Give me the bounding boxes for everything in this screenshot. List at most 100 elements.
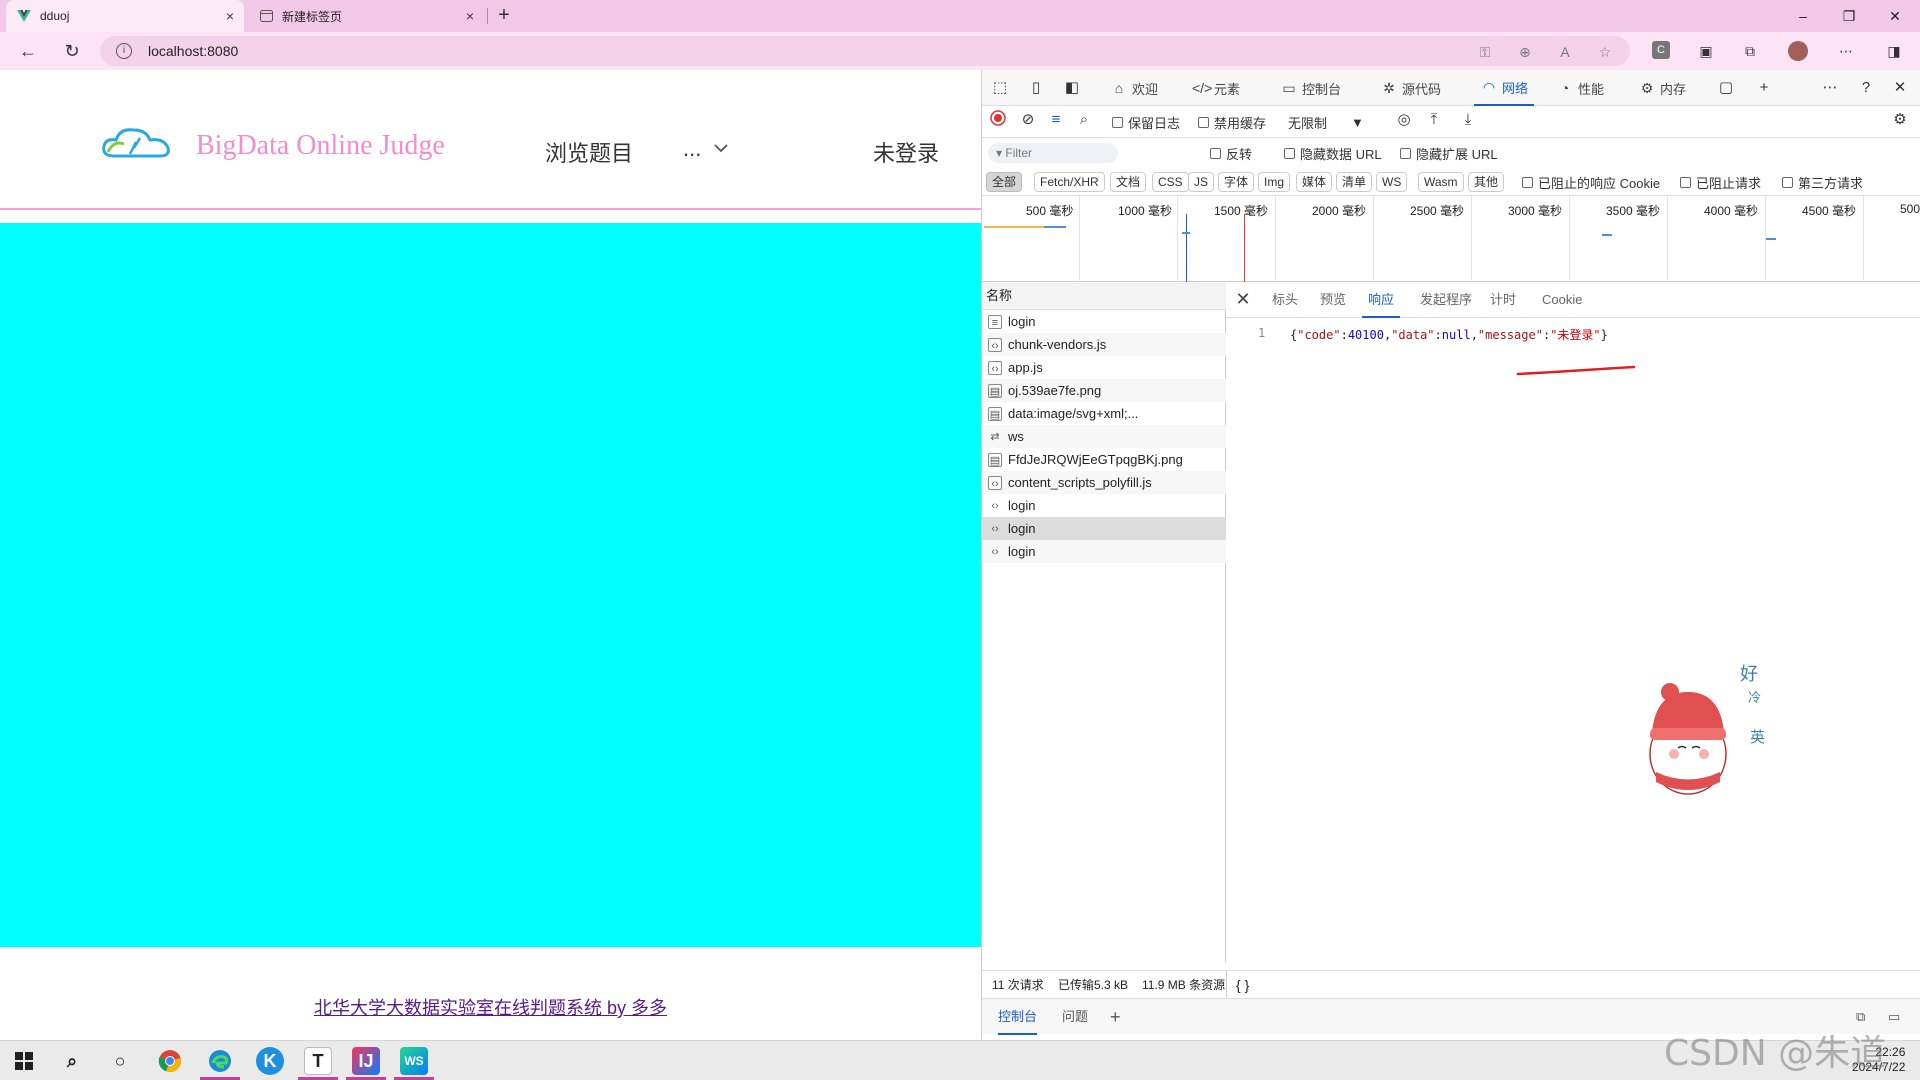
blocked-requests-checkbox[interactable]: 已阻止请求: [1680, 172, 1761, 192]
type-js[interactable]: JS: [1188, 172, 1215, 192]
network-settings-gear-icon[interactable]: ⚙: [1890, 110, 1910, 130]
nav-browse-problems[interactable]: 浏览题目: [545, 136, 633, 168]
tab-dduoj[interactable]: dduoj ×: [6, 0, 244, 32]
webstorm-icon[interactable]: WS: [400, 1047, 428, 1075]
tab-preview[interactable]: 预览: [1320, 282, 1346, 318]
request-row[interactable]: ▤ oj.539ae7fe.png: [982, 379, 1226, 402]
windows-start-icon[interactable]: [10, 1047, 38, 1075]
tab-network[interactable]: ◠ 网络: [1474, 70, 1535, 106]
add-drawer-tab-icon[interactable]: +: [1110, 999, 1121, 1035]
tab-elements[interactable]: </> 元素: [1192, 70, 1240, 106]
read-aloud-icon[interactable]: A: [1556, 43, 1574, 61]
tab-welcome[interactable]: ⌂ 欢迎: [1110, 70, 1158, 106]
typora-icon[interactable]: T: [304, 1047, 332, 1075]
checkbox[interactable]: [1210, 147, 1221, 159]
close-tab-icon[interactable]: ×: [466, 8, 474, 24]
key-icon[interactable]: ⚿: [1476, 43, 1494, 61]
zoom-icon[interactable]: ⊕: [1516, 43, 1534, 61]
checkbox[interactable]: [1522, 176, 1533, 188]
site-info-icon[interactable]: i: [116, 43, 132, 59]
back-arrow-icon[interactable]: ←: [16, 39, 40, 63]
export-har-icon[interactable]: ⤓: [1458, 110, 1478, 130]
collections-icon[interactable]: ▣: [1696, 41, 1716, 61]
tab-cookies[interactable]: Cookie: [1542, 282, 1582, 318]
footer-link[interactable]: 北华大学大数据实验室在线判题系统 by 多多: [0, 994, 981, 1020]
site-brand[interactable]: BigData Online Judge: [196, 130, 445, 162]
close-detail-icon[interactable]: ✕: [1234, 290, 1252, 308]
extensions-puzzle-icon[interactable]: ⧉: [1740, 41, 1760, 61]
network-overview-timeline[interactable]: 500 毫秒 1000 毫秒 1500 毫秒 2000 毫秒 2500 毫秒 3…: [982, 196, 1920, 282]
filter-toggle-icon[interactable]: ≡: [1046, 110, 1066, 130]
request-row[interactable]: ▤ data:image/svg+xml;...: [982, 402, 1226, 425]
clear-icon[interactable]: ⊘: [1018, 110, 1038, 130]
checkbox[interactable]: [1198, 116, 1209, 128]
type-wasm[interactable]: Wasm: [1418, 172, 1464, 192]
help-icon[interactable]: ?: [1856, 78, 1876, 98]
task-view-icon[interactable]: ○: [106, 1047, 134, 1075]
search-icon[interactable]: ⌕: [58, 1047, 86, 1075]
tab-timing[interactable]: 计时: [1490, 282, 1516, 318]
type-fetch-xhr[interactable]: Fetch/XHR: [1034, 172, 1105, 192]
network-conditions-icon[interactable]: ◎: [1394, 110, 1414, 130]
minimize-button[interactable]: –: [1780, 0, 1826, 32]
column-header-name[interactable]: 名称: [982, 282, 1226, 310]
profile-avatar-icon[interactable]: [1788, 41, 1808, 61]
add-tab-icon[interactable]: +: [1754, 78, 1774, 98]
tab-new-tab[interactable]: 新建标签页 ×: [248, 0, 484, 32]
type-css[interactable]: CSS: [1152, 172, 1189, 192]
inspect-element-icon[interactable]: ⬚: [990, 78, 1010, 98]
type-other[interactable]: 其他: [1468, 172, 1505, 192]
more-menu-icon[interactable]: ⋯: [1836, 41, 1856, 61]
tab-console[interactable]: ▭ 控制台: [1280, 70, 1341, 106]
panel-layout-icon[interactable]: ▢: [1716, 78, 1736, 98]
sidebar-toggle-icon[interactable]: ◨: [1884, 41, 1904, 61]
type-all[interactable]: 全部: [986, 172, 1023, 192]
type-font[interactable]: 字体: [1218, 172, 1255, 192]
type-doc[interactable]: 文档: [1110, 172, 1147, 192]
edge-icon[interactable]: [206, 1047, 234, 1075]
record-icon[interactable]: [988, 110, 1008, 130]
hide-data-url-checkbox[interactable]: 隐藏数据 URL: [1284, 143, 1382, 163]
checkbox[interactable]: [1400, 147, 1411, 159]
request-row[interactable]: ‹› chunk-vendors.js: [982, 333, 1226, 356]
tab-headers[interactable]: 标头: [1272, 282, 1298, 318]
favorite-star-icon[interactable]: ☆: [1596, 43, 1614, 61]
response-body[interactable]: 1 {"code":40100,"data":null,"message":"未…: [1226, 318, 1920, 348]
reload-icon[interactable]: ↻: [60, 39, 84, 63]
import-har-icon[interactable]: ⤒: [1424, 110, 1444, 130]
drawer-tab-issues[interactable]: 问题: [1062, 999, 1088, 1035]
hide-extension-url-checkbox[interactable]: 隐藏扩展 URL: [1400, 143, 1498, 163]
request-row-selected[interactable]: ‹› login: [982, 517, 1226, 540]
request-row[interactable]: ‹› login: [982, 494, 1226, 517]
checkbox[interactable]: [1284, 147, 1295, 159]
close-tab-icon[interactable]: ×: [226, 8, 234, 24]
close-devtools-icon[interactable]: ✕: [1890, 78, 1910, 98]
more-options-icon[interactable]: ⋯: [1820, 78, 1840, 98]
checkbox[interactable]: [1782, 176, 1793, 188]
type-media[interactable]: 媒体: [1296, 172, 1333, 192]
drawer-tab-console[interactable]: 控制台: [998, 999, 1038, 1035]
chevron-down-icon[interactable]: [713, 140, 729, 156]
request-row[interactable]: ⇄ ws: [982, 425, 1226, 448]
throttling-select[interactable]: 无限制 ▼: [1288, 112, 1364, 132]
type-manifest[interactable]: 清单: [1336, 172, 1373, 192]
nav-more[interactable]: ...: [683, 136, 701, 162]
pretty-print-button[interactable]: { }: [1236, 971, 1249, 999]
tab-sources[interactable]: ✲ 源代码: [1380, 70, 1441, 106]
request-row[interactable]: ▤ FfdJeJRQWjEeGTpqgBKj.png: [982, 448, 1226, 471]
new-tab-button[interactable]: +: [492, 4, 516, 28]
url-field[interactable]: i localhost:8080 ⚿ ⊕ A ☆: [100, 36, 1630, 66]
invert-checkbox[interactable]: 反转: [1210, 143, 1252, 163]
tab-response[interactable]: 响应: [1362, 282, 1401, 318]
login-status[interactable]: 未登录: [873, 136, 939, 168]
restore-button[interactable]: ❐: [1826, 0, 1872, 32]
tab-performance[interactable]: ◔ 性能: [1556, 70, 1604, 106]
type-img[interactable]: Img: [1258, 172, 1291, 192]
filter-input[interactable]: ▾ Filter: [988, 143, 1118, 163]
k-app-icon[interactable]: K: [256, 1047, 284, 1075]
third-party-checkbox[interactable]: 第三方请求: [1782, 172, 1863, 192]
checkbox[interactable]: [1680, 176, 1691, 188]
disable-cache-checkbox[interactable]: 禁用缓存: [1198, 112, 1266, 132]
type-ws[interactable]: WS: [1376, 172, 1408, 192]
device-emulation-icon[interactable]: ▯: [1026, 78, 1046, 98]
